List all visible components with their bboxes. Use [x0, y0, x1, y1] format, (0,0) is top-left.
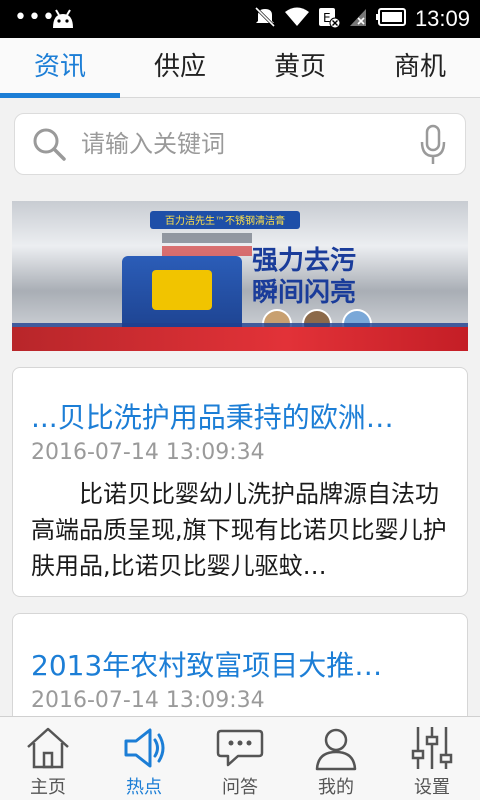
home-icon	[27, 727, 69, 769]
article-card[interactable]: ...贝比洗护用品秉持的欧洲… 2016-07-14 13:09:34 比诺贝比…	[12, 367, 468, 597]
banner-stripe	[12, 327, 468, 351]
mic-icon[interactable]	[419, 124, 447, 170]
svg-text:E: E	[323, 11, 331, 25]
banner-tagline: 百力洁先生™不锈钢清洁膏	[150, 211, 300, 229]
tab-news[interactable]: 资讯	[0, 38, 120, 98]
sliders-icon	[411, 727, 453, 769]
battery-charging-icon	[375, 8, 406, 30]
article-summary: 比诺贝比婴幼儿洗护品牌源自法功高端品质呈现,旗下现有比诺贝比婴儿护肤用品,比诺贝…	[31, 480, 447, 580]
clock: 13:09	[414, 6, 470, 31]
nav-label: 主页	[30, 777, 66, 798]
article-date: 2016-07-14 13:09:34	[31, 440, 265, 465]
android-icon	[50, 8, 76, 34]
user-icon	[315, 728, 357, 771]
chat-icon	[216, 729, 264, 767]
banner-headline: 强力去污 瞬间闪亮	[252, 246, 356, 308]
megaphone-icon	[124, 728, 165, 768]
banner-headline-line1: 强力去污	[252, 246, 356, 276]
e-signal-icon: E	[318, 6, 341, 32]
search-bar	[14, 113, 466, 175]
mute-icon	[254, 6, 276, 32]
nav-label: 我的	[318, 777, 354, 798]
banner-sub-line	[162, 246, 252, 256]
nav-label: 问答	[222, 777, 258, 798]
banner-headline-line2: 瞬间闪亮	[252, 277, 356, 308]
search-icon[interactable]	[31, 126, 67, 166]
wifi-icon	[284, 7, 309, 31]
nav-settings[interactable]: 设置	[384, 717, 480, 800]
no-signal-icon	[349, 7, 367, 31]
search-input[interactable]	[81, 124, 401, 164]
promo-banner[interactable]: 百力洁先生™不锈钢清洁膏 强力去污 瞬间闪亮	[12, 201, 468, 351]
category-tabs: 资讯 供应 黄页 商机	[0, 38, 480, 98]
tab-yellow-pages[interactable]: 黄页	[240, 38, 360, 97]
article-date: 2016-07-14 13:09:34	[31, 688, 265, 713]
nav-home[interactable]: 主页	[0, 717, 96, 800]
nav-qa[interactable]: 问答	[192, 717, 288, 800]
nav-label: 设置	[414, 777, 450, 798]
status-bar: ••• E 13:09	[0, 0, 480, 38]
tab-business-opportunities[interactable]: 商机	[360, 38, 480, 97]
banner-tagline-text: 百力洁先生™不锈钢清洁膏	[165, 214, 285, 227]
banner-sub-line	[162, 233, 252, 243]
nav-hot[interactable]: 热点	[96, 717, 192, 800]
article-title[interactable]: ...贝比洗护用品秉持的欧洲…	[31, 396, 451, 436]
tab-supply[interactable]: 供应	[120, 38, 240, 97]
article-title[interactable]: 2013年农村致富项目大推…	[31, 644, 451, 684]
bottom-nav: 主页 热点 问答 我的 设置	[0, 716, 480, 800]
nav-label: 热点	[126, 777, 162, 798]
nav-mine[interactable]: 我的	[288, 717, 384, 800]
